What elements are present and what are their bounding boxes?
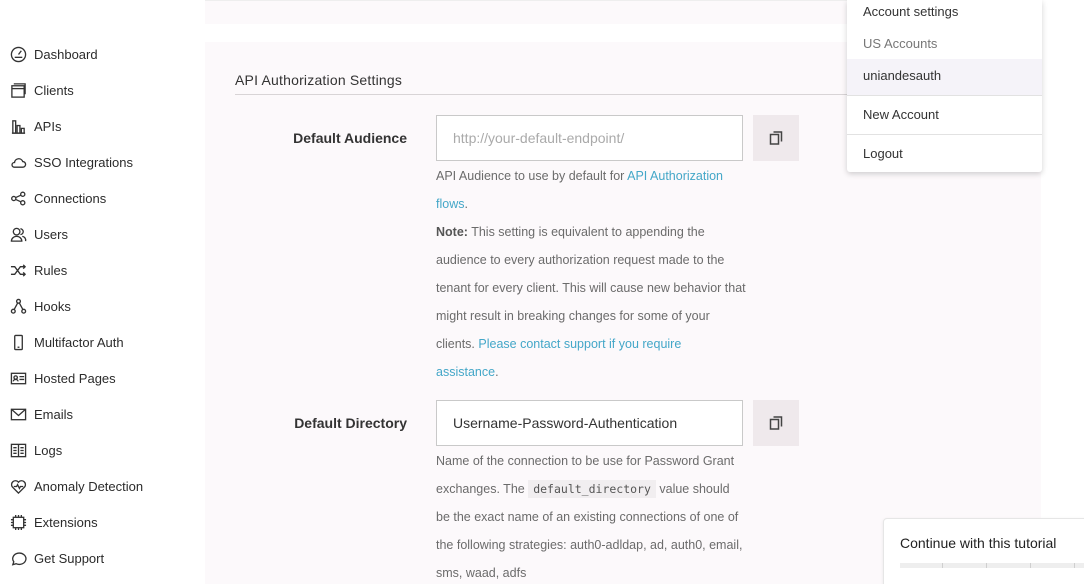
default-directory-label: Default Directory bbox=[294, 415, 407, 431]
default-audience-help: API Audience to use by default for API A… bbox=[436, 162, 746, 386]
sidebar-item-label: Clients bbox=[34, 82, 74, 98]
users-icon bbox=[9, 225, 27, 243]
help-text-suffix: . bbox=[464, 197, 468, 211]
sidebar-item-label: Users bbox=[34, 226, 68, 242]
progress-step-marker bbox=[942, 563, 943, 568]
copy-default-directory-button[interactable] bbox=[753, 400, 799, 446]
sidebar-item-users[interactable]: Users bbox=[0, 216, 200, 252]
shuffle-icon bbox=[9, 261, 27, 279]
copy-icon bbox=[769, 131, 783, 145]
sidebar-item-clients[interactable]: Clients bbox=[0, 72, 200, 108]
sidebar-item-label: Dashboard bbox=[34, 46, 98, 62]
copy-icon bbox=[769, 416, 783, 430]
account-dropdown-menu: Account settings US Accounts uniandesaut… bbox=[847, 0, 1042, 172]
progress-step-marker bbox=[1030, 563, 1031, 568]
copy-default-audience-button[interactable] bbox=[753, 115, 799, 161]
sidebar-item-label: Connections bbox=[34, 190, 107, 206]
sidebar-item-get-support[interactable]: Get Support bbox=[0, 540, 200, 576]
sidebar: Dashboard Clients APIs SSO Integrations … bbox=[0, 36, 200, 576]
cloud-icon bbox=[9, 153, 27, 171]
sidebar-item-label: Rules bbox=[34, 262, 68, 278]
sidebar-item-rules[interactable]: Rules bbox=[0, 252, 200, 288]
chip-icon bbox=[9, 513, 27, 531]
sidebar-item-sso-integrations[interactable]: SSO Integrations bbox=[0, 144, 200, 180]
sidebar-item-multifactor-auth[interactable]: Multifactor Auth bbox=[0, 324, 200, 360]
sidebar-item-connections[interactable]: Connections bbox=[0, 180, 200, 216]
sidebar-item-label: Get Support bbox=[34, 550, 105, 566]
tutorial-widget[interactable]: Continue with this tutorial bbox=[883, 518, 1084, 584]
book-icon bbox=[9, 441, 27, 459]
menu-divider bbox=[847, 95, 1042, 96]
sidebar-item-label: Logs bbox=[34, 442, 63, 458]
connections-nodes-icon bbox=[9, 189, 27, 207]
clients-window-icon bbox=[9, 81, 27, 99]
logout-menu-item[interactable]: Logout bbox=[847, 139, 1042, 169]
sidebar-item-label: Multifactor Auth bbox=[34, 334, 124, 350]
sidebar-item-extensions[interactable]: Extensions bbox=[0, 504, 200, 540]
sidebar-item-anomaly-detection[interactable]: Anomaly Detection bbox=[0, 468, 200, 504]
default-directory-help: Name of the connection to be use for Pas… bbox=[436, 447, 746, 584]
heart-pulse-icon bbox=[9, 477, 27, 495]
sidebar-item-label: SSO Integrations bbox=[34, 154, 133, 170]
sidebar-item-dashboard[interactable]: Dashboard bbox=[0, 36, 200, 72]
sidebar-item-apis[interactable]: APIs bbox=[0, 108, 200, 144]
region-label: US Accounts bbox=[863, 36, 938, 51]
default-audience-input[interactable] bbox=[436, 115, 743, 161]
hooks-nodes-icon bbox=[9, 297, 27, 315]
new-account-menu-item[interactable]: New Account bbox=[847, 100, 1042, 130]
note-text: This setting is equivalent to appending … bbox=[436, 225, 746, 351]
sidebar-item-label: Emails bbox=[34, 406, 74, 422]
tutorial-label: Continue with this tutorial bbox=[900, 535, 1057, 551]
dashboard-gauge-icon bbox=[9, 45, 27, 63]
tutorial-progress-bar bbox=[900, 563, 1084, 568]
note-suffix: . bbox=[495, 365, 499, 379]
tenant-menu-item[interactable]: uniandesauth bbox=[847, 59, 1042, 95]
default-audience-label: Default Audience bbox=[293, 130, 407, 146]
section-divider bbox=[235, 94, 875, 95]
sidebar-item-label: Extensions bbox=[34, 514, 98, 530]
phone-icon bbox=[9, 333, 27, 351]
section-title: API Authorization Settings bbox=[235, 72, 403, 88]
sidebar-item-label: Anomaly Detection bbox=[34, 478, 144, 494]
sidebar-item-label: Hosted Pages bbox=[34, 370, 116, 386]
note-label: Note: bbox=[436, 225, 468, 239]
default-directory-input[interactable] bbox=[436, 400, 743, 446]
progress-step-marker bbox=[1074, 563, 1075, 568]
sidebar-item-hooks[interactable]: Hooks bbox=[0, 288, 200, 324]
account-settings-menu-item[interactable]: Account settings bbox=[847, 0, 1042, 27]
apis-bars-icon bbox=[9, 117, 27, 135]
sidebar-item-emails[interactable]: Emails bbox=[0, 396, 200, 432]
sidebar-item-label: Hooks bbox=[34, 298, 71, 314]
id-card-icon bbox=[9, 369, 27, 387]
chat-bubble-icon bbox=[9, 549, 27, 567]
sidebar-item-hosted-pages[interactable]: Hosted Pages bbox=[0, 360, 200, 396]
help-text: API Audience to use by default for bbox=[436, 169, 628, 183]
default-directory-code: default_directory bbox=[528, 480, 656, 498]
menu-divider bbox=[847, 134, 1042, 135]
sidebar-item-logs[interactable]: Logs bbox=[0, 432, 200, 468]
progress-step-marker bbox=[986, 563, 987, 568]
envelope-icon bbox=[9, 405, 27, 423]
sidebar-item-label: APIs bbox=[34, 118, 62, 134]
